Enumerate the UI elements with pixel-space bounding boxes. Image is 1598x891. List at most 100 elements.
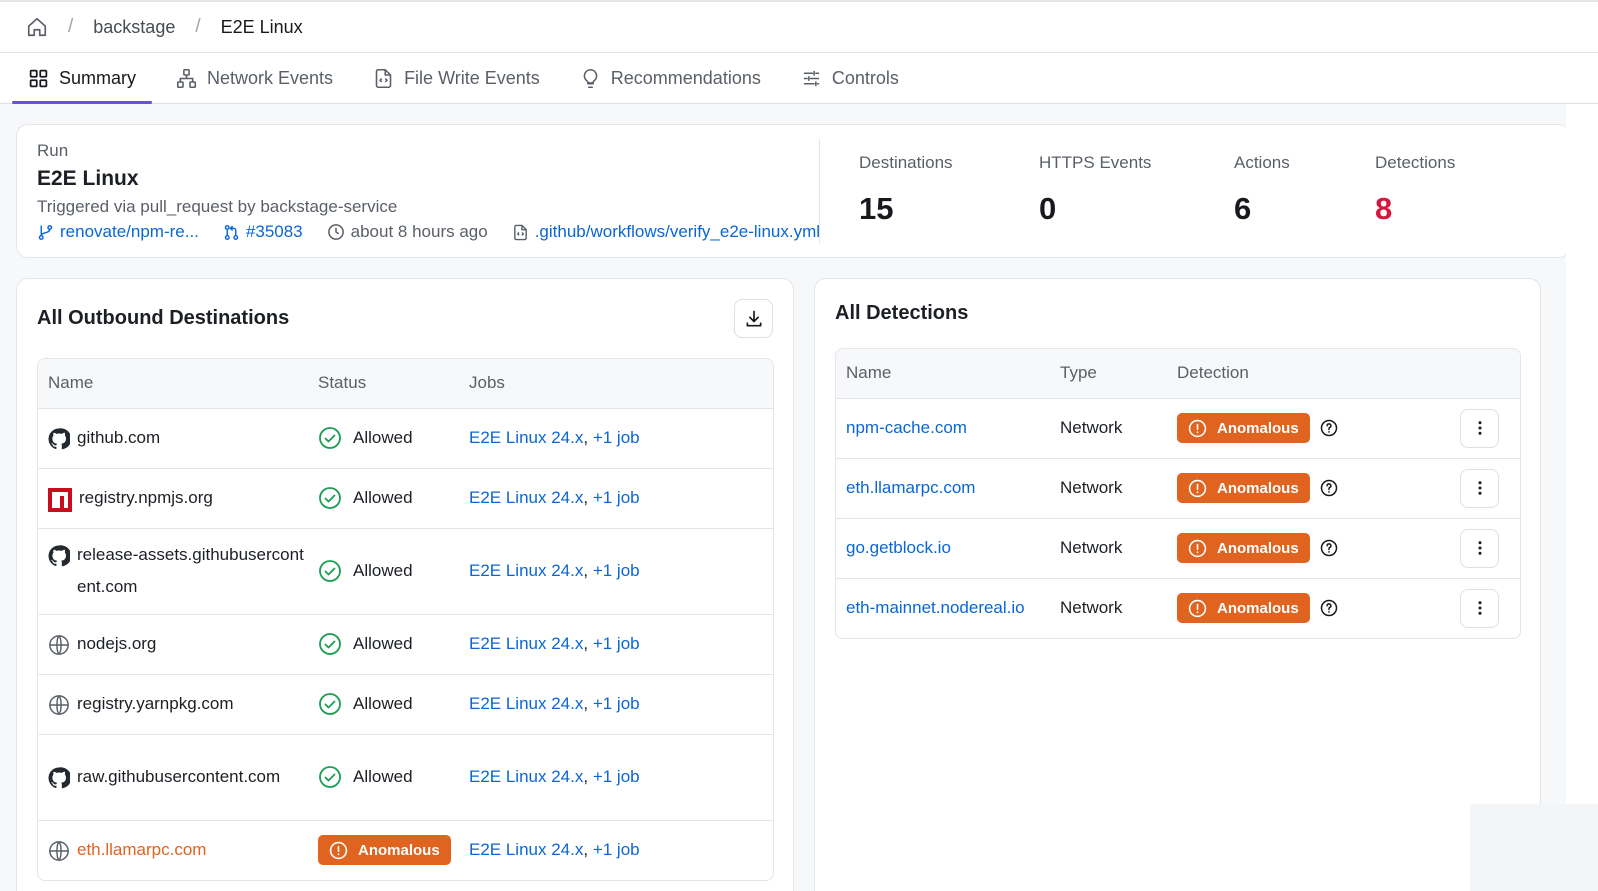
more-jobs-link[interactable]: +1 job xyxy=(593,840,640,859)
detection-name-link[interactable]: eth-mainnet.nodereal.io xyxy=(846,598,1025,617)
badge-text: Anomalous xyxy=(1217,599,1299,617)
run-meta: renovate/npm-re... #35083 about 8 hours … xyxy=(37,222,820,242)
table-row: raw.githubusercontent.com Allowed E2E Li… xyxy=(38,734,773,821)
column-header-jobs[interactable]: Jobs xyxy=(459,359,773,409)
status-text: Allowed xyxy=(353,488,413,507)
check-circle-icon xyxy=(318,692,342,716)
workflow-link[interactable]: .github/workflows/verify_e2e-linux.yml xyxy=(512,222,820,242)
table-row: eth.llamarpc.com Network Anomalous xyxy=(836,458,1520,519)
breadcrumb-separator: / xyxy=(195,16,201,37)
more-jobs-link[interactable]: +1 job xyxy=(593,428,640,447)
card-title: All Detections xyxy=(835,302,969,324)
row-menu-button[interactable] xyxy=(1460,588,1499,628)
detection-name-link[interactable]: go.getblock.io xyxy=(846,538,951,557)
status-badge-anomalous: Anomalous xyxy=(1177,533,1310,563)
status-text: Allowed xyxy=(353,561,413,580)
more-vertical-icon xyxy=(1471,479,1489,497)
check-circle-icon xyxy=(318,486,342,510)
status-badge-anomalous: Anomalous xyxy=(318,835,451,866)
destination-name: release-assets.githubusercontent.com xyxy=(77,545,304,596)
tab-label: Recommendations xyxy=(610,67,761,88)
detection-type: Network xyxy=(1060,598,1123,618)
detection-name-link[interactable]: eth.llamarpc.com xyxy=(846,478,975,497)
tab-file-write-events[interactable]: File Write Events xyxy=(357,53,556,103)
outbound-destinations-card: All Outbound Destinations Name Status Jo… xyxy=(16,278,794,891)
pull-request-number: #35083 xyxy=(245,222,303,241)
table-row: registry.npmjs.org Allowed E2E Linux 24.… xyxy=(38,468,773,529)
alert-circle-icon xyxy=(329,841,348,860)
column-header-name[interactable]: Name xyxy=(836,349,1050,399)
run-summary-card: Run E2E Linux Triggered via pull_request… xyxy=(16,124,1571,258)
column-header-status[interactable]: Status xyxy=(308,359,459,409)
job-link[interactable]: E2E Linux 24.x xyxy=(469,767,583,786)
row-menu-button[interactable] xyxy=(1460,528,1499,568)
help-circle-icon[interactable] xyxy=(1320,599,1338,617)
table-row: go.getblock.io Network Anomalous xyxy=(836,518,1520,579)
status-badge-anomalous: Anomalous xyxy=(1177,593,1310,624)
row-menu-button[interactable] xyxy=(1460,468,1499,508)
github-icon xyxy=(48,428,70,450)
globe-icon xyxy=(48,694,70,716)
table-row: eth-mainnet.nodereal.io Network Anomalou… xyxy=(836,578,1520,638)
more-jobs-link[interactable]: +1 job xyxy=(593,634,640,653)
alert-circle-icon xyxy=(1188,539,1207,558)
help-circle-icon[interactable] xyxy=(1320,419,1338,437)
stat-label: HTTPS Events xyxy=(1039,153,1152,172)
git-branch-icon xyxy=(37,224,54,241)
workflow-path: .github/workflows/verify_e2e-linux.yml xyxy=(534,222,821,241)
tab-recommendations[interactable]: Recommendations xyxy=(564,53,777,103)
more-jobs-link[interactable]: +1 job xyxy=(593,767,640,786)
tab-summary[interactable]: Summary xyxy=(12,53,153,104)
table-row: release-assets.githubusercontent.com All… xyxy=(38,528,773,615)
breadcrumb-item-current: E2E Linux xyxy=(220,16,303,37)
table-row: registry.yarnpkg.com Allowed E2E Linux 2… xyxy=(38,674,773,735)
breadcrumb-item-backstage[interactable]: backstage xyxy=(93,17,175,38)
help-circle-icon[interactable] xyxy=(1320,539,1338,557)
row-menu-button[interactable] xyxy=(1460,408,1499,448)
run-time-text: about 8 hours ago xyxy=(350,222,488,241)
network-icon xyxy=(176,68,197,89)
detections-table: Name Type Detection npm-cache.com Networ… xyxy=(835,348,1521,639)
file-code-icon xyxy=(373,68,394,89)
pull-request-link[interactable]: #35083 xyxy=(223,222,303,242)
branch-link[interactable]: renovate/npm-re... xyxy=(37,222,199,242)
column-header-detection[interactable]: Detection xyxy=(1167,349,1450,399)
git-pull-request-icon xyxy=(223,224,240,241)
scrollbar[interactable] xyxy=(1566,104,1598,804)
destination-name[interactable]: eth.llamarpc.com xyxy=(77,834,206,866)
lightbulb-icon xyxy=(580,68,601,89)
job-link[interactable]: E2E Linux 24.x xyxy=(469,634,583,653)
check-circle-icon xyxy=(318,632,342,656)
detection-name-link[interactable]: npm-cache.com xyxy=(846,418,967,437)
job-link[interactable]: E2E Linux 24.x xyxy=(469,694,583,713)
tab-label: File Write Events xyxy=(404,67,540,88)
job-link[interactable]: E2E Linux 24.x xyxy=(469,428,583,447)
home-icon[interactable] xyxy=(26,16,48,38)
column-header-type[interactable]: Type xyxy=(1050,349,1167,399)
stat-actions: Actions 6 xyxy=(1234,153,1290,227)
stat-destinations: Destinations 15 xyxy=(859,153,953,227)
download-icon xyxy=(744,309,764,329)
job-link[interactable]: E2E Linux 24.x xyxy=(469,840,583,859)
more-jobs-link[interactable]: +1 job xyxy=(593,488,640,507)
column-header-name[interactable]: Name xyxy=(38,359,308,409)
tab-network-events[interactable]: Network Events xyxy=(160,53,349,103)
table-row: eth.llamarpc.com Anomalous E2E Linux 24.… xyxy=(38,820,773,880)
table-row: npm-cache.com Network Anomalous xyxy=(836,398,1520,459)
scroll-corner xyxy=(1470,804,1598,891)
tab-controls[interactable]: Controls xyxy=(785,53,915,103)
download-button[interactable] xyxy=(734,299,773,338)
grid-icon xyxy=(28,68,49,89)
clock-icon xyxy=(327,223,345,241)
column-header-actions xyxy=(1450,349,1520,399)
status-text: Allowed xyxy=(353,767,413,786)
more-jobs-link[interactable]: +1 job xyxy=(593,561,640,580)
job-link[interactable]: E2E Linux 24.x xyxy=(469,488,583,507)
help-circle-icon[interactable] xyxy=(1320,479,1338,497)
detection-type: Network xyxy=(1050,518,1167,579)
job-link[interactable]: E2E Linux 24.x xyxy=(469,561,583,580)
more-jobs-link[interactable]: +1 job xyxy=(593,694,640,713)
status-text: Allowed xyxy=(353,634,413,653)
detection-type: Network xyxy=(1050,458,1167,519)
divider xyxy=(819,139,820,243)
